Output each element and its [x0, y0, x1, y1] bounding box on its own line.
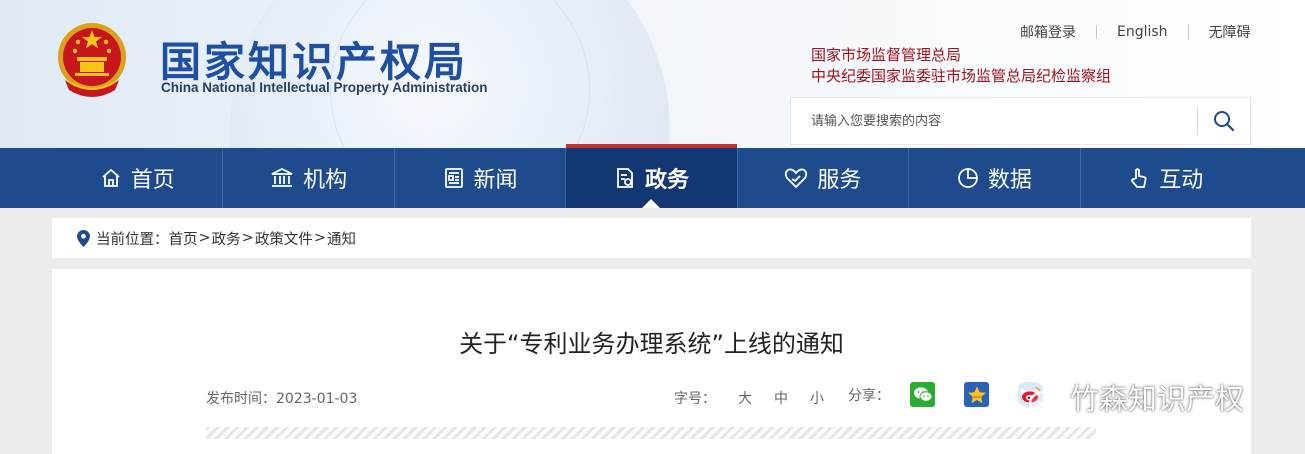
pie-chart-icon [957, 168, 978, 188]
nav-item-government-affairs[interactable]: 政务 [566, 144, 738, 208]
wechat-icon [913, 387, 932, 402]
font-size-controls: 字号： 大 中 小 [674, 388, 824, 408]
font-size-large-button[interactable]: 大 [738, 388, 752, 408]
breadcrumb-prefix: 当前位置： [96, 231, 169, 248]
nav-label: 机构 [303, 168, 348, 193]
meta-divider-stripe [206, 427, 1096, 439]
institution-icon [271, 167, 293, 187]
discipline-inspection-link[interactable]: 中央纪委国家监委驻市场监管总局纪检监察组 [811, 66, 1111, 87]
breadcrumb-home[interactable]: 首页 [169, 228, 198, 249]
nav-label: 互动 [1159, 168, 1204, 193]
samr-link[interactable]: 国家市场监督管理总局 [811, 45, 1111, 66]
search-icon [1214, 111, 1235, 132]
search-input[interactable] [791, 98, 1197, 144]
qzone-share-button[interactable] [964, 382, 989, 407]
wechat-share-button[interactable] [910, 382, 935, 407]
national-emblem-icon [58, 23, 126, 97]
nav-label: 数据 [987, 168, 1032, 193]
watermark-text: 竹森知识产权 [1070, 382, 1245, 416]
nav-label: 首页 [130, 168, 175, 193]
publish-date-value: 2023-01-03 [276, 391, 358, 407]
breadcrumb-separator: > [313, 230, 326, 246]
nav-item-service[interactable]: 服务 [738, 148, 910, 208]
font-size-medium-button[interactable]: 中 [774, 388, 788, 408]
site-logo-title[interactable]: 国家知识产权局 [160, 28, 468, 88]
service-icon [785, 168, 808, 189]
breadcrumb: 当前位置： 首页 > 政务 > 政策文件 > 通知 [52, 218, 1251, 258]
site-logo-subtitle[interactable]: China National Intellectual Property Adm… [161, 80, 488, 95]
top-links: 邮箱登录 English 无障碍 [1020, 22, 1251, 42]
english-link[interactable]: English [1117, 24, 1168, 40]
mail-login-link[interactable]: 邮箱登录 [1020, 22, 1076, 42]
article-panel: 关于“专利业务办理系统”上线的通知 发布时间：2023-01-03 字号： 大 … [52, 269, 1251, 454]
org-links: 国家市场监督管理总局 中央纪委国家监委驻市场监管总局纪检监察组 [811, 45, 1111, 87]
nav-item-interaction[interactable]: 互动 [1081, 148, 1251, 208]
news-icon [444, 168, 463, 188]
top-link-divider [1096, 25, 1097, 39]
site-header: 国家知识产权局 China National Intellectual Prop… [0, 0, 1305, 148]
nav-label: 服务 [817, 168, 862, 193]
nav-label: 新闻 [473, 168, 518, 193]
search-box [790, 97, 1251, 145]
breadcrumb-government-affairs[interactable]: 政务 [212, 228, 241, 249]
font-size-small-button[interactable]: 小 [810, 388, 824, 408]
nav-item-data[interactable]: 数据 [909, 148, 1081, 208]
breadcrumb-separator: > [198, 230, 211, 246]
breadcrumb-policy-documents[interactable]: 政策文件 [255, 228, 313, 249]
nav-label: 政务 [644, 168, 689, 193]
search-button[interactable] [1198, 98, 1250, 144]
location-pin-icon [77, 229, 90, 247]
article-title: 关于“专利业务办理系统”上线的通知 [459, 330, 844, 358]
hand-icon [1131, 168, 1147, 188]
nav-item-home[interactable]: 首页 [52, 148, 224, 208]
main-nav: 首页 机构 新闻 政务 服务 数据 互动 [0, 144, 1305, 208]
publish-date-label: 发布时间： [206, 391, 276, 407]
breadcrumb-notices[interactable]: 通知 [327, 228, 356, 249]
accessibility-link[interactable]: 无障碍 [1209, 22, 1251, 42]
top-link-divider [1187, 25, 1189, 39]
wechat-official-account-icon [1011, 378, 1060, 416]
breadcrumb-separator: > [241, 230, 254, 246]
home-icon [102, 168, 120, 187]
nav-item-news[interactable]: 新闻 [395, 148, 567, 208]
document-icon [617, 168, 633, 188]
share-label: 分享： [848, 387, 890, 404]
publish-date: 发布时间：2023-01-03 [206, 388, 357, 408]
font-size-label: 字号： [674, 391, 716, 407]
watermark: 竹森知识产权 [1010, 376, 1244, 418]
nav-item-institution[interactable]: 机构 [223, 148, 395, 208]
qzone-star-icon [967, 386, 986, 403]
